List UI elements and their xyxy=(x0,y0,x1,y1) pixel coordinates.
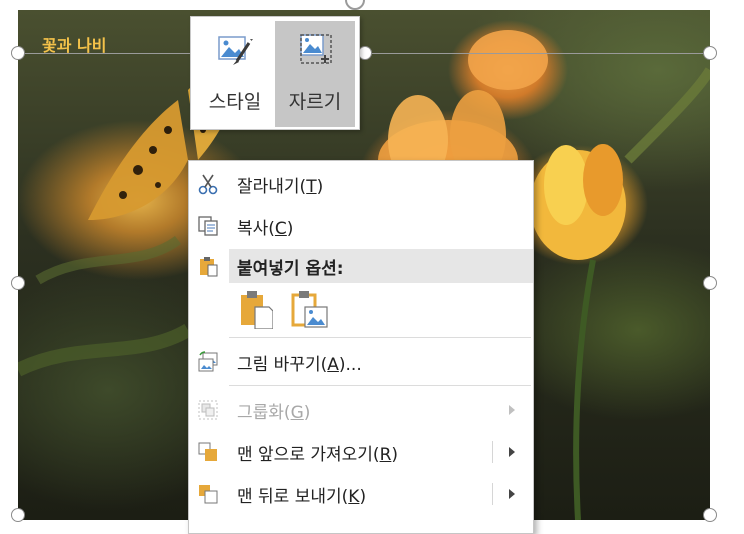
split-divider xyxy=(492,441,493,463)
resize-handle-bottom-left[interactable] xyxy=(11,508,25,522)
bring-to-front-icon xyxy=(198,442,217,461)
menu-item-copy[interactable]: 복사(C) xyxy=(189,207,533,245)
style-button[interactable]: 스타일 xyxy=(195,21,275,127)
menu-item-group[interactable]: 그룹화(G) xyxy=(189,391,533,429)
send-to-back-label: 맨 뒤로 보내기(K) xyxy=(237,486,367,507)
mini-toolbar: 스타일 자르기 xyxy=(190,16,360,130)
rotate-handle[interactable] xyxy=(345,0,365,10)
crop-label: 자르기 xyxy=(288,91,342,113)
group-icon xyxy=(198,400,218,420)
menu-item-send-to-back[interactable]: 맨 뒤로 보내기(K) xyxy=(189,475,533,513)
paste-options-header: 붙여넣기 옵션: xyxy=(189,247,533,285)
resize-handle-top-center[interactable] xyxy=(358,46,372,60)
submenu-arrow-icon[interactable] xyxy=(509,489,515,499)
menu-item-change-picture[interactable]: 그림 바꾸기(A)... xyxy=(189,343,533,381)
picture-style-icon xyxy=(215,29,255,69)
clipboard-icon xyxy=(200,257,218,277)
menu-item-bring-to-front[interactable]: 맨 앞으로 가져오기(R) xyxy=(189,433,533,471)
style-label: 스타일 xyxy=(208,91,262,113)
copy-label: 복사(C) xyxy=(237,218,294,239)
paste-keep-format-button[interactable] xyxy=(239,289,274,330)
menu-separator xyxy=(229,337,531,338)
bring-to-front-label: 맨 앞으로 가져오기(R) xyxy=(237,444,399,465)
paste-picture-icon xyxy=(291,291,328,328)
send-to-back-icon xyxy=(199,485,218,504)
paste-icon xyxy=(241,291,274,330)
scissors-icon xyxy=(198,174,218,195)
resize-handle-top-right[interactable] xyxy=(703,46,717,60)
menu-separator xyxy=(229,385,531,386)
change-picture-label: 그림 바꾸기(A)... xyxy=(237,354,362,375)
cut-label: 잘라내기(T) xyxy=(237,176,324,197)
menu-item-cut[interactable]: 잘라내기(T) xyxy=(189,165,533,203)
split-divider xyxy=(492,483,493,505)
copy-icon xyxy=(198,216,218,236)
resize-handle-middle-right[interactable] xyxy=(703,276,717,290)
crop-icon xyxy=(295,29,335,69)
resize-handle-top-left[interactable] xyxy=(11,46,25,60)
submenu-arrow-icon xyxy=(509,405,515,415)
paste-as-picture-button[interactable] xyxy=(291,289,331,329)
resize-handle-middle-left[interactable] xyxy=(11,276,25,290)
group-label: 그룹화(G) xyxy=(237,402,311,423)
context-menu: 잘라내기(T) 복사(C) 붙여넣기 옵션: 그림 바꾸기(A)... 그룹화(… xyxy=(188,160,534,534)
change-picture-icon xyxy=(198,351,218,372)
crop-button[interactable]: 자르기 xyxy=(275,21,355,127)
submenu-arrow-icon[interactable] xyxy=(509,447,515,457)
paste-options-label: 붙여넣기 옵션: xyxy=(237,258,344,279)
resize-handle-bottom-right[interactable] xyxy=(703,508,717,522)
